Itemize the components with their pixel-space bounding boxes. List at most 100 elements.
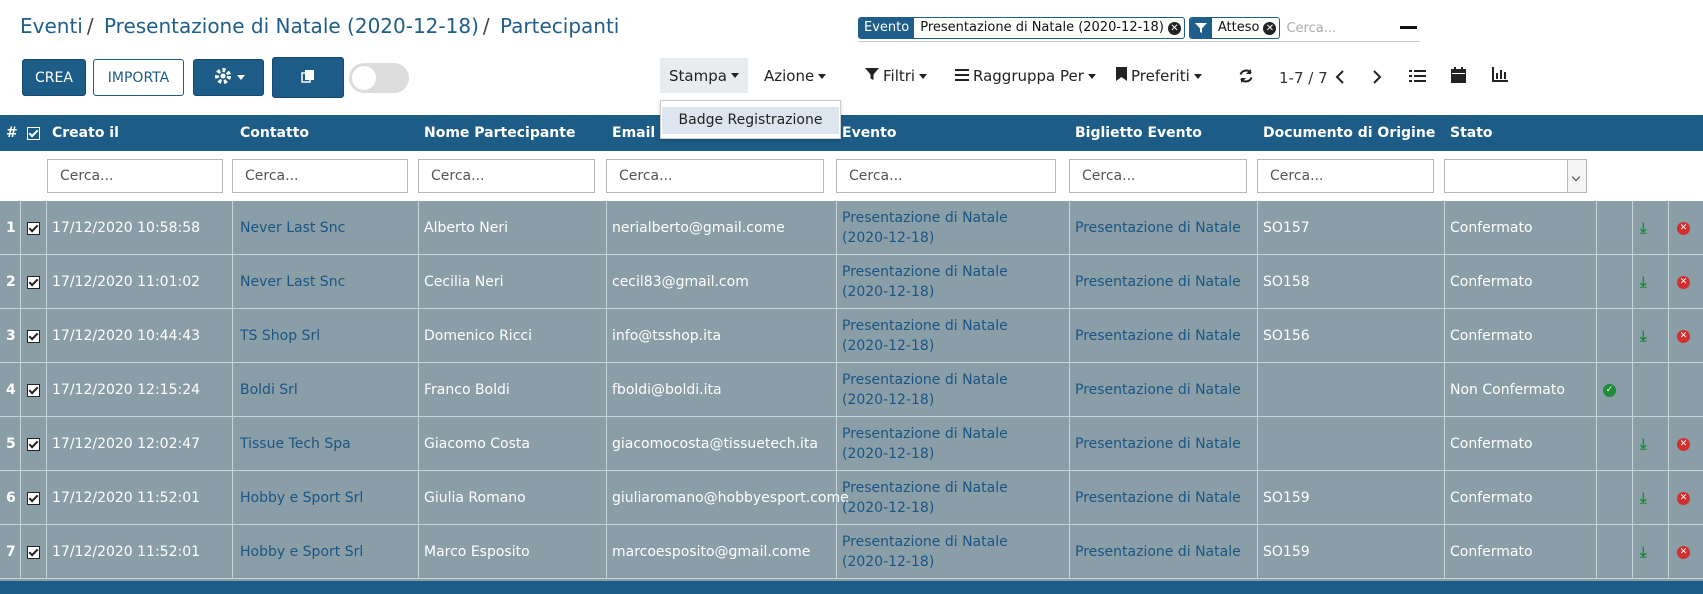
ticket-cell[interactable]: Presentazione di Natale [1075, 417, 1241, 471]
breadcrumb-separator: / [86, 14, 94, 38]
favorites-menu-button[interactable]: Preferiti [1116, 67, 1202, 85]
calendar-icon[interactable] [1451, 67, 1466, 87]
chevron-left-icon[interactable] [1335, 69, 1345, 89]
row-checkbox[interactable] [27, 545, 40, 559]
arrow-down-icon[interactable]: ⤓ [1640, 543, 1647, 561]
contact-cell[interactable]: Hobby e Sport Srl [240, 471, 363, 525]
facet-remove-icon[interactable]: ✕ [1167, 21, 1181, 35]
filter-name-input[interactable] [418, 159, 595, 193]
event-cell[interactable]: Presentazione di Natale (2020-12-18) [842, 363, 1012, 417]
cancel-icon[interactable]: ✕ [1677, 545, 1690, 559]
column-header-created[interactable]: Creato il [52, 115, 119, 151]
event-cell[interactable]: Presentazione di Natale (2020-12-18) [842, 255, 1012, 309]
pager-value[interactable]: 1-7 / 7 [1279, 69, 1328, 87]
table-row[interactable]: 2 17/12/2020 11:01:02 Never Last Snc Cecili… [0, 255, 1703, 309]
refresh-icon[interactable] [1238, 68, 1254, 88]
ticket-cell[interactable]: Presentazione di Natale [1075, 363, 1241, 417]
cancel-icon[interactable]: ✕ [1677, 275, 1690, 289]
group-by-menu-button[interactable]: Raggruppa Per [955, 67, 1096, 85]
check-circle-icon[interactable]: ✓ [1603, 383, 1616, 397]
contact-cell[interactable]: Tissue Tech Spa [240, 417, 351, 471]
table-row[interactable]: 6 17/12/2020 11:52:01 Hobby e Sport Srl Giu… [0, 471, 1703, 525]
chart-icon[interactable] [1492, 67, 1508, 86]
dropdown-item-badge[interactable]: Badge Registrazione [662, 107, 839, 134]
row-checkbox[interactable] [27, 221, 40, 235]
contact-cell[interactable]: Boldi Srl [240, 363, 298, 417]
filter-event-input[interactable] [836, 159, 1056, 193]
row-checkbox[interactable] [27, 383, 40, 397]
select-all-checkbox[interactable] [27, 115, 40, 151]
ticket-cell[interactable]: Presentazione di Natale [1075, 309, 1241, 363]
action-menu-label: Azione [764, 67, 815, 85]
print-menu-button[interactable]: Stampa [660, 58, 748, 93]
checkbox[interactable] [27, 126, 40, 140]
chevron-down-icon [1087, 73, 1096, 79]
duplicate-button[interactable] [272, 57, 344, 98]
list-icon[interactable] [1409, 68, 1426, 87]
import-button[interactable]: IMPORTA [93, 59, 184, 96]
filters-menu-button[interactable]: Filtri [865, 67, 928, 85]
column-header-name[interactable]: Nome Partecipante [424, 115, 575, 151]
arrow-down-icon[interactable]: ⤓ [1640, 327, 1647, 345]
participant-name-cell: Alberto Neri [424, 220, 508, 236]
column-header-state[interactable]: Stato [1450, 115, 1493, 151]
email-cell: info@tsshop.ita [612, 328, 722, 344]
row-checkbox[interactable] [27, 329, 40, 343]
ticket-cell[interactable]: Presentazione di Natale [1075, 201, 1241, 255]
settings-button[interactable] [193, 59, 264, 96]
event-cell[interactable]: Presentazione di Natale (2020-12-18) [842, 471, 1012, 525]
table-row[interactable]: 5 17/12/2020 12:02:47 Tissue Tech Spa Giaco… [0, 417, 1703, 471]
ticket-cell[interactable]: Presentazione di Natale [1075, 525, 1241, 579]
contact-cell[interactable]: Hobby e Sport Srl [240, 525, 363, 579]
chevron-right-icon[interactable] [1372, 69, 1382, 89]
contact-cell[interactable]: Never Last Snc [240, 255, 345, 309]
filter-email-input[interactable] [606, 159, 824, 193]
email-cell: giacomocosta@tissuetech.ita [612, 436, 818, 452]
arrow-down-icon[interactable]: ⤓ [1640, 273, 1647, 291]
ticket-cell[interactable]: Presentazione di Natale [1075, 471, 1241, 525]
table-row[interactable]: 1 17/12/2020 10:58:58 Never Last Snc Albert… [0, 201, 1703, 255]
facet-remove-icon[interactable]: ✕ [1263, 21, 1277, 35]
create-button[interactable]: CREA [22, 59, 86, 96]
breadcrumb-item-eventi[interactable]: Eventi [20, 14, 83, 38]
ticket-cell[interactable]: Presentazione di Natale [1075, 255, 1241, 309]
column-header-contact[interactable]: Contatto [240, 115, 309, 151]
cancel-icon[interactable]: ✕ [1677, 491, 1690, 505]
arrow-down-icon[interactable]: ⤓ [1640, 489, 1647, 507]
action-menu-button[interactable]: Azione [764, 67, 827, 85]
breadcrumb-item-event[interactable]: Presentazione di Natale (2020-12-18) [104, 14, 479, 38]
cancel-icon[interactable]: ✕ [1677, 221, 1690, 235]
column-header-ticket[interactable]: Biglietto Evento [1075, 115, 1202, 151]
row-checkbox[interactable] [27, 437, 40, 451]
table-row[interactable]: 4 17/12/2020 12:15:24 Boldi Srl Franco Bold… [0, 363, 1703, 417]
gear-icon [213, 66, 233, 90]
table-row[interactable]: 7 17/12/2020 11:52:01 Hobby e Sport Srl Mar… [0, 525, 1703, 579]
state-cell: Confermato [1450, 220, 1533, 236]
column-header-email[interactable]: Email [612, 115, 655, 151]
arrow-down-icon[interactable]: ⤓ [1640, 219, 1647, 237]
arrow-down-icon[interactable]: ⤓ [1640, 435, 1647, 453]
filter-ticket-input[interactable] [1069, 159, 1247, 193]
contact-cell[interactable]: TS Shop Srl [240, 309, 320, 363]
filter-origin-input[interactable] [1257, 159, 1434, 193]
toggle-switch[interactable] [349, 63, 409, 93]
filter-created-input[interactable] [47, 159, 223, 193]
column-header-origin[interactable]: Documento di Origine [1263, 115, 1435, 151]
row-checkbox[interactable] [27, 491, 40, 505]
table-row[interactable]: 3 17/12/2020 10:44:43 TS Shop Srl Domenico … [0, 309, 1703, 363]
column-header-event[interactable]: Evento [842, 115, 896, 151]
event-cell[interactable]: Presentazione di Natale (2020-12-18) [842, 417, 1012, 471]
row-checkbox[interactable] [27, 275, 40, 289]
filter-state-select[interactable] [1444, 159, 1587, 193]
row-number: 2 [6, 274, 16, 290]
event-cell[interactable]: Presentazione di Natale (2020-12-18) [842, 525, 1012, 579]
contact-cell[interactable]: Never Last Snc [240, 201, 345, 255]
search-input[interactable] [1284, 19, 1419, 37]
collapse-icon[interactable] [1400, 26, 1417, 29]
cancel-icon[interactable]: ✕ [1677, 329, 1690, 343]
filter-contact-input[interactable] [232, 159, 408, 193]
event-cell[interactable]: Presentazione di Natale (2020-12-18) [842, 201, 1012, 255]
row-number: 4 [6, 382, 16, 398]
event-cell[interactable]: Presentazione di Natale (2020-12-18) [842, 309, 1012, 363]
cancel-icon[interactable]: ✕ [1677, 437, 1690, 451]
